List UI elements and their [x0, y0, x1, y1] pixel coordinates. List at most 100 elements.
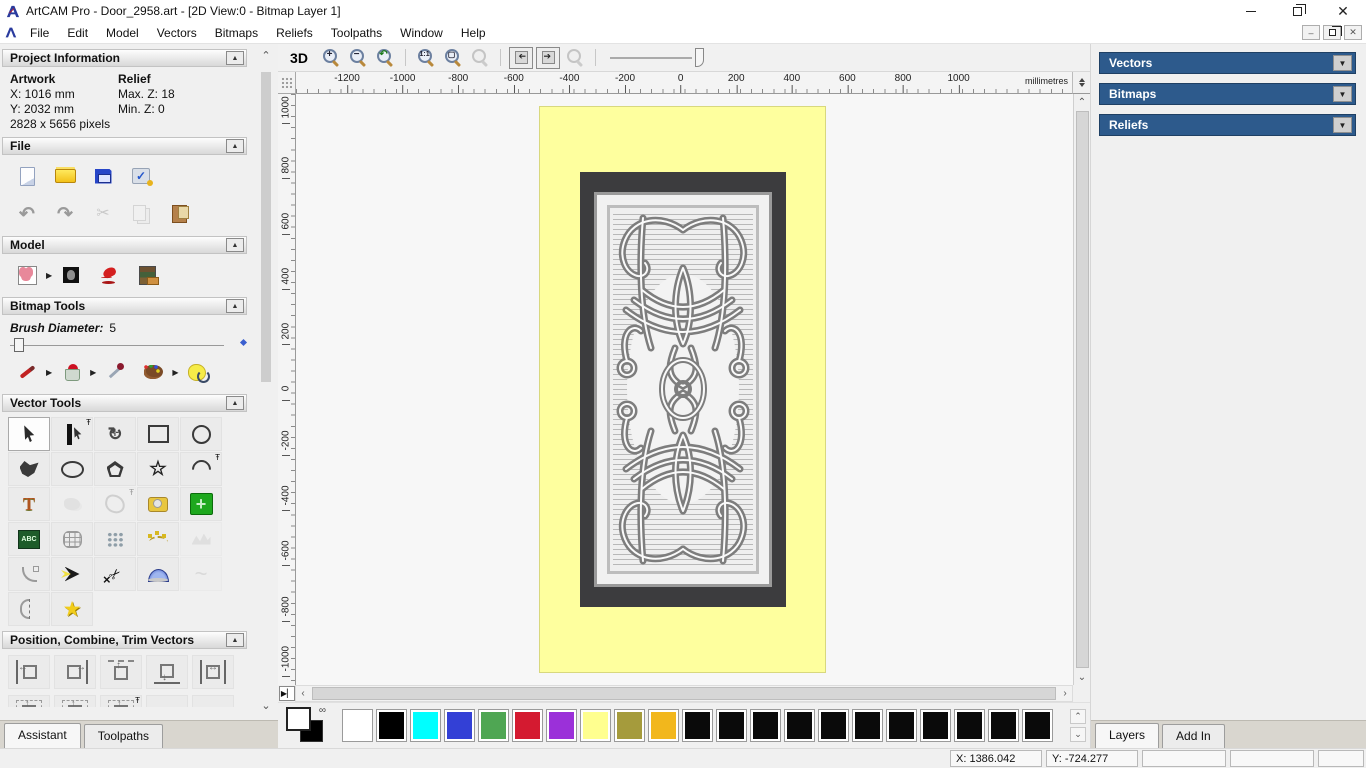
expand-vectors-button[interactable]: ▼: [1333, 55, 1352, 71]
scrollbar-thumb[interactable]: [1075, 111, 1089, 668]
preview-layer-button[interactable]: [563, 47, 587, 69]
align-top-button[interactable]: [100, 655, 142, 689]
nesting-text-button[interactable]: Nes: [192, 695, 234, 707]
text-on-curve-button[interactable]: [8, 522, 50, 556]
vector-doctor-button[interactable]: [51, 592, 93, 626]
copy-button[interactable]: [126, 200, 156, 228]
scrollbar-thumb[interactable]: [312, 687, 1056, 700]
palette-swatch-11[interactable]: [716, 709, 747, 742]
cut-button[interactable]: [88, 200, 118, 228]
flyout-arrow-icon[interactable]: ▶: [90, 368, 96, 377]
mirror-vectors-button[interactable]: [8, 592, 50, 626]
palette-swatch-3[interactable]: [444, 709, 475, 742]
adjust-model-button[interactable]: [56, 261, 86, 289]
create-polyline-button[interactable]: [8, 452, 50, 486]
fit-arcs-button[interactable]: [180, 522, 222, 556]
scroll-up-icon[interactable]: ⌃: [1074, 94, 1091, 110]
palette-swatch-17[interactable]: [920, 709, 951, 742]
palette-swatch-2[interactable]: [410, 709, 441, 742]
menu-file[interactable]: File: [21, 23, 58, 43]
menu-edit[interactable]: Edit: [58, 23, 97, 43]
extrude-button[interactable]: [137, 557, 179, 591]
eyedropper-tool-button[interactable]: [100, 358, 130, 386]
create-ellipse-button[interactable]: [51, 452, 93, 486]
flyout-arrow-icon[interactable]: ▶: [172, 368, 178, 377]
palette-swatch-5[interactable]: [512, 709, 543, 742]
palette-swatch-0[interactable]: [342, 709, 373, 742]
undo-button[interactable]: [12, 200, 42, 228]
tab-add-in[interactable]: Add In: [1162, 724, 1225, 748]
2d-view-canvas[interactable]: [296, 94, 1073, 685]
canvas-vertical-scrollbar[interactable]: ⌃ ⌄: [1073, 94, 1090, 685]
palette-swatch-7[interactable]: [580, 709, 611, 742]
palette-scroll-down-button[interactable]: ⌄: [1070, 727, 1086, 742]
trim-vectors-button[interactable]: [94, 557, 136, 591]
palette-swatch-1[interactable]: [376, 709, 407, 742]
palette-swatch-18[interactable]: [954, 709, 985, 742]
collapse-position-button[interactable]: ▲: [226, 633, 244, 647]
bitmaps-panel-header[interactable]: Bitmaps ▼: [1099, 83, 1356, 105]
tab-layers[interactable]: Layers: [1095, 723, 1160, 748]
center-in-page-2-button[interactable]: [54, 695, 96, 707]
primary-secondary-colour[interactable]: ∞: [286, 705, 332, 745]
scatter-button[interactable]: [146, 695, 188, 707]
set-model-size-button[interactable]: [12, 261, 42, 289]
tab-toolpaths[interactable]: Toolpaths: [83, 724, 164, 748]
zoom-objects-button[interactable]: 1:1: [414, 47, 438, 69]
previous-bitmap-layer-button[interactable]: [509, 46, 533, 69]
align-center-h-button[interactable]: [192, 655, 234, 689]
fillet-button[interactable]: [8, 557, 50, 591]
canvas-horizontal-scrollbar[interactable]: ‹ ›: [295, 685, 1073, 702]
menu-toolpaths[interactable]: Toolpaths: [322, 23, 391, 43]
lighting-button[interactable]: [94, 261, 124, 289]
link-colours-icon[interactable]: ∞: [319, 705, 326, 716]
block-paste-button[interactable]: [94, 522, 136, 556]
palette-swatch-9[interactable]: [648, 709, 679, 742]
slider-handle[interactable]: [14, 338, 24, 352]
fill-tool-button[interactable]: [56, 358, 86, 386]
ruler-origin-button[interactable]: [278, 72, 296, 94]
collapse-file-button[interactable]: ▲: [226, 139, 244, 153]
create-star-button[interactable]: [137, 452, 179, 486]
redo-button[interactable]: [50, 200, 80, 228]
menu-vectors[interactable]: Vectors: [148, 23, 206, 43]
palette-swatch-19[interactable]: [988, 709, 1019, 742]
page-preview-button[interactable]: ▶▏: [279, 686, 295, 701]
align-bottom-button[interactable]: [146, 655, 188, 689]
zoom-limits-button[interactable]: [468, 47, 492, 69]
center-in-page-button[interactable]: [8, 695, 50, 707]
units-spinner-button[interactable]: [1072, 72, 1090, 94]
paste-center-button[interactable]: [180, 487, 222, 521]
palette-tool-button[interactable]: [138, 358, 168, 386]
palette-swatch-16[interactable]: [886, 709, 917, 742]
zoom-out-button[interactable]: −: [346, 47, 370, 69]
menu-reliefs[interactable]: Reliefs: [267, 23, 322, 43]
3d-view-button[interactable]: 3D: [286, 47, 316, 69]
load-bitmap-button[interactable]: [132, 261, 162, 289]
palette-swatch-12[interactable]: [750, 709, 781, 742]
create-text-button[interactable]: [8, 487, 50, 521]
collapse-bitmap-button[interactable]: ▲: [226, 299, 244, 313]
join-vectors-button[interactable]: [51, 557, 93, 591]
zoom-in-button[interactable]: +: [319, 47, 343, 69]
palette-swatch-10[interactable]: [682, 709, 713, 742]
bitmap-doctor-button[interactable]: [182, 358, 212, 386]
reliefs-panel-header[interactable]: Reliefs ▼: [1099, 114, 1356, 136]
model-artwork-area[interactable]: [539, 106, 826, 673]
minimize-button[interactable]: [1228, 0, 1274, 22]
palette-swatch-13[interactable]: [784, 709, 815, 742]
close-button[interactable]: ✕: [1320, 0, 1366, 22]
zoom-box-button[interactable]: ▢: [441, 47, 465, 69]
restore-button[interactable]: [1274, 0, 1320, 22]
paste-button[interactable]: [164, 200, 194, 228]
palette-swatch-6[interactable]: [546, 709, 577, 742]
assistant-scrollbar[interactable]: ⌃ ⌄: [256, 48, 276, 714]
contrast-slider-handle[interactable]: [695, 47, 704, 67]
mdi-close-button[interactable]: ✕: [1344, 25, 1362, 40]
align-left-button[interactable]: [8, 655, 50, 689]
brush-diameter-slider[interactable]: [10, 337, 236, 353]
mdi-restore-button[interactable]: [1323, 25, 1342, 40]
zoom-previous-button[interactable]: ↶: [373, 47, 397, 69]
wrap-text-button[interactable]: [51, 487, 93, 521]
palette-swatch-4[interactable]: [478, 709, 509, 742]
